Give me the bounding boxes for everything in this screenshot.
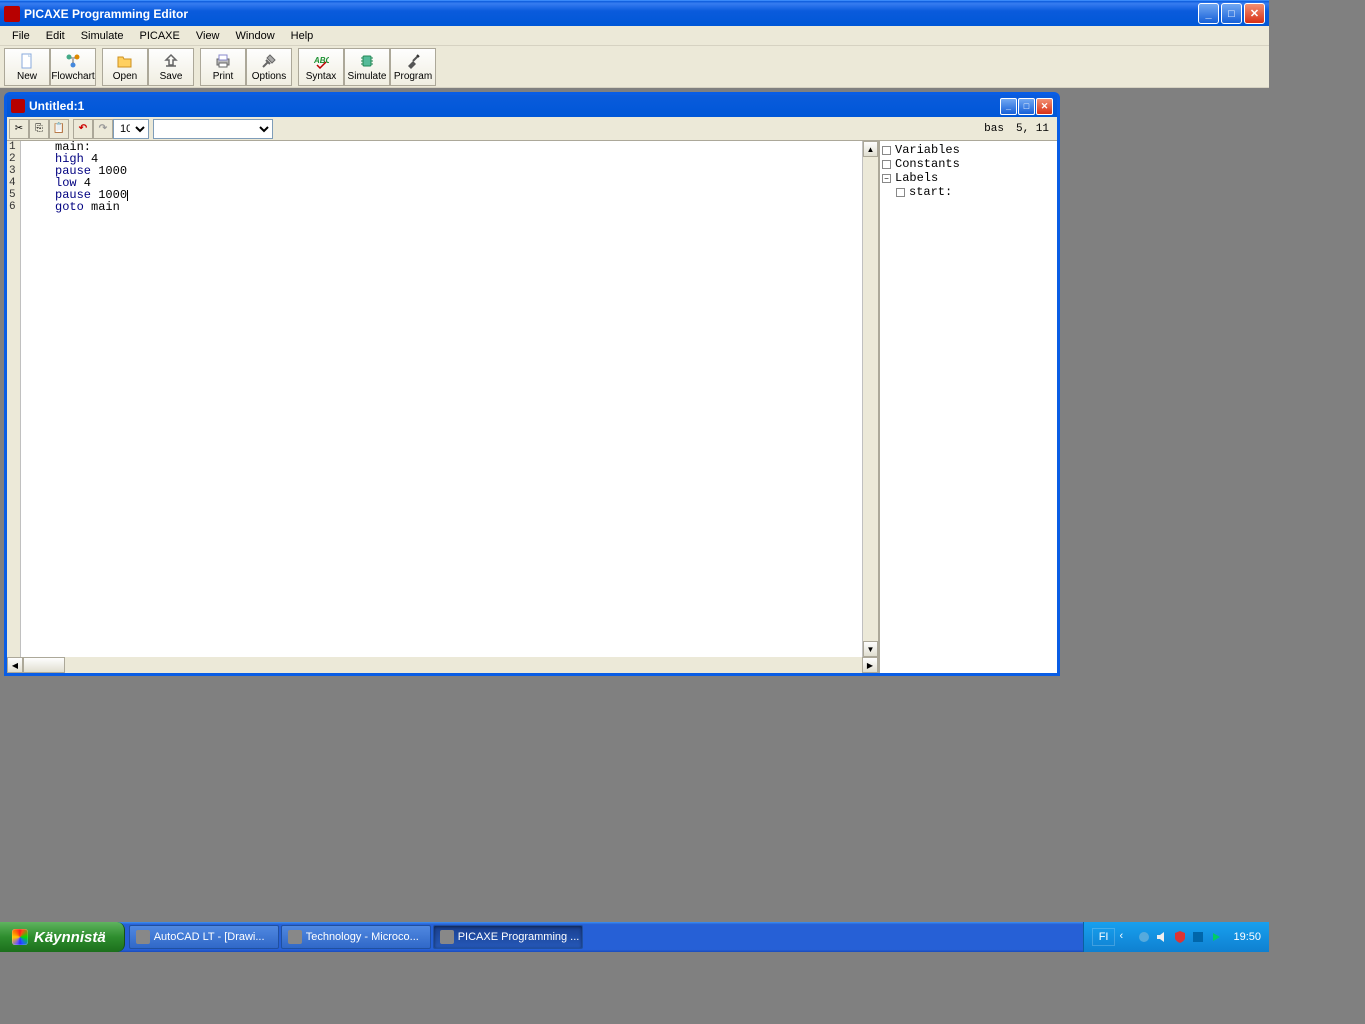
redo-button[interactable]: ↷ [93,119,113,139]
task-icon [136,930,150,944]
menu-edit[interactable]: Edit [38,28,73,44]
taskbar-task[interactable]: AutoCAD LT - [Drawi... [129,925,279,949]
doc-minimize-button[interactable]: _ [1000,98,1017,115]
save-button[interactable]: Save [148,48,194,86]
tree-item[interactable]: Constants [882,157,1055,171]
horizontal-scrollbar[interactable]: ◀ ▶ [7,657,878,673]
scroll-down-button[interactable]: ▼ [863,641,878,657]
file-type-label: bas [978,123,1010,135]
new-icon [17,52,37,70]
system-tray[interactable]: FI ‹ 19:50 [1083,922,1269,952]
cursor-position-label: 5, 11 [1010,123,1055,135]
app-window: PICAXE Programming Editor _ □ ✕ File Edi… [0,0,1269,952]
tray-icon-arrow[interactable]: ‹ [1119,930,1133,944]
scroll-up-button[interactable]: ▲ [863,141,878,157]
mdi-client-area: Untitled:1 _ □ ✕ ✂ ⎘ 📋 ↶ ↷ 10 bas [0,88,1269,932]
search-combo[interactable] [153,119,273,139]
main-toolbar: New Flowchart Open Save Print Options AB… [0,46,1269,88]
task-icon [288,930,302,944]
menu-window[interactable]: Window [228,28,283,44]
new-button[interactable]: New [4,48,50,86]
options-button[interactable]: Options [246,48,292,86]
document-window: Untitled:1 _ □ ✕ ✂ ⎘ 📋 ↶ ↷ 10 bas [4,92,1060,676]
doc-maximize-button[interactable]: □ [1018,98,1035,115]
doc-close-button[interactable]: ✕ [1036,98,1053,115]
syntax-icon: ABC [311,52,331,70]
paste-button[interactable]: 📋 [49,119,69,139]
tray-icon-player[interactable] [1209,930,1223,944]
options-icon [259,52,279,70]
menu-help[interactable]: Help [283,28,322,44]
scroll-left-button[interactable]: ◀ [7,657,23,673]
menu-simulate[interactable]: Simulate [73,28,132,44]
svg-text:ABC: ABC [313,56,329,65]
tray-icon-sound[interactable] [1155,930,1169,944]
menu-bar: File Edit Simulate PICAXE View Window He… [0,26,1269,46]
simulate-button[interactable]: Simulate [344,48,390,86]
taskbar-task[interactable]: PICAXE Programming ... [433,925,583,949]
tree-item[interactable]: Variables [882,143,1055,157]
paste-icon: 📋 [53,123,65,134]
copy-button[interactable]: ⎘ [29,119,49,139]
collapse-icon: − [882,174,891,183]
vertical-scrollbar[interactable]: ▲ ▼ [862,141,878,657]
doc-icon [11,99,25,113]
editor-toolbar: ✂ ⎘ 📋 ↶ ↷ 10 bas 5, 11 [7,117,1057,141]
symbol-tree-panel[interactable]: VariablesConstants−Labelsstart: [879,141,1057,673]
undo-button[interactable]: ↶ [73,119,93,139]
flowchart-icon [63,52,83,70]
task-icon [440,930,454,944]
tree-leaf-icon [896,188,905,197]
tree-item[interactable]: start: [882,185,1055,199]
print-button[interactable]: Print [200,48,246,86]
simulate-icon [357,52,377,70]
cut-button[interactable]: ✂ [9,119,29,139]
tray-clock[interactable]: 19:50 [1227,931,1261,943]
tree-leaf-icon [882,160,891,169]
tree-leaf-icon [882,146,891,155]
tray-icon-network[interactable] [1137,930,1151,944]
code-editor[interactable]: main:high 4pause 1000low 4pause 1000goto… [55,141,862,657]
cut-icon: ✂ [15,123,23,134]
window-close-button[interactable]: ✕ [1244,3,1265,24]
app-title: PICAXE Programming Editor [24,7,188,21]
font-size-select[interactable]: 10 [113,119,149,139]
print-icon [213,52,233,70]
window-maximize-button[interactable]: □ [1221,3,1242,24]
document-title: Untitled:1 [29,99,84,113]
scroll-right-button[interactable]: ▶ [862,657,878,673]
menu-picaxe[interactable]: PICAXE [132,28,188,44]
titlebar: PICAXE Programming Editor _ □ ✕ [0,0,1269,26]
save-icon [161,52,181,70]
flowchart-button[interactable]: Flowchart [50,48,96,86]
program-button[interactable]: Program [390,48,436,86]
line-number-gutter: 123456 [7,141,21,657]
menu-file[interactable]: File [4,28,38,44]
copy-icon: ⎘ [35,123,43,134]
syntax-button[interactable]: ABCSyntax [298,48,344,86]
tray-icon-av[interactable] [1191,930,1205,944]
taskbar-task[interactable]: Technology - Microco... [281,925,431,949]
taskbar: Käynnistä AutoCAD LT - [Drawi...Technolo… [0,922,1269,952]
tree-item[interactable]: −Labels [882,171,1055,185]
start-button[interactable]: Käynnistä [0,922,125,952]
open-icon [115,52,135,70]
language-indicator[interactable]: FI [1092,928,1116,946]
window-minimize-button[interactable]: _ [1198,3,1219,24]
app-icon [4,6,20,22]
menu-view[interactable]: View [188,28,228,44]
open-button[interactable]: Open [102,48,148,86]
tray-icon-shield[interactable] [1173,930,1187,944]
program-icon [403,52,423,70]
